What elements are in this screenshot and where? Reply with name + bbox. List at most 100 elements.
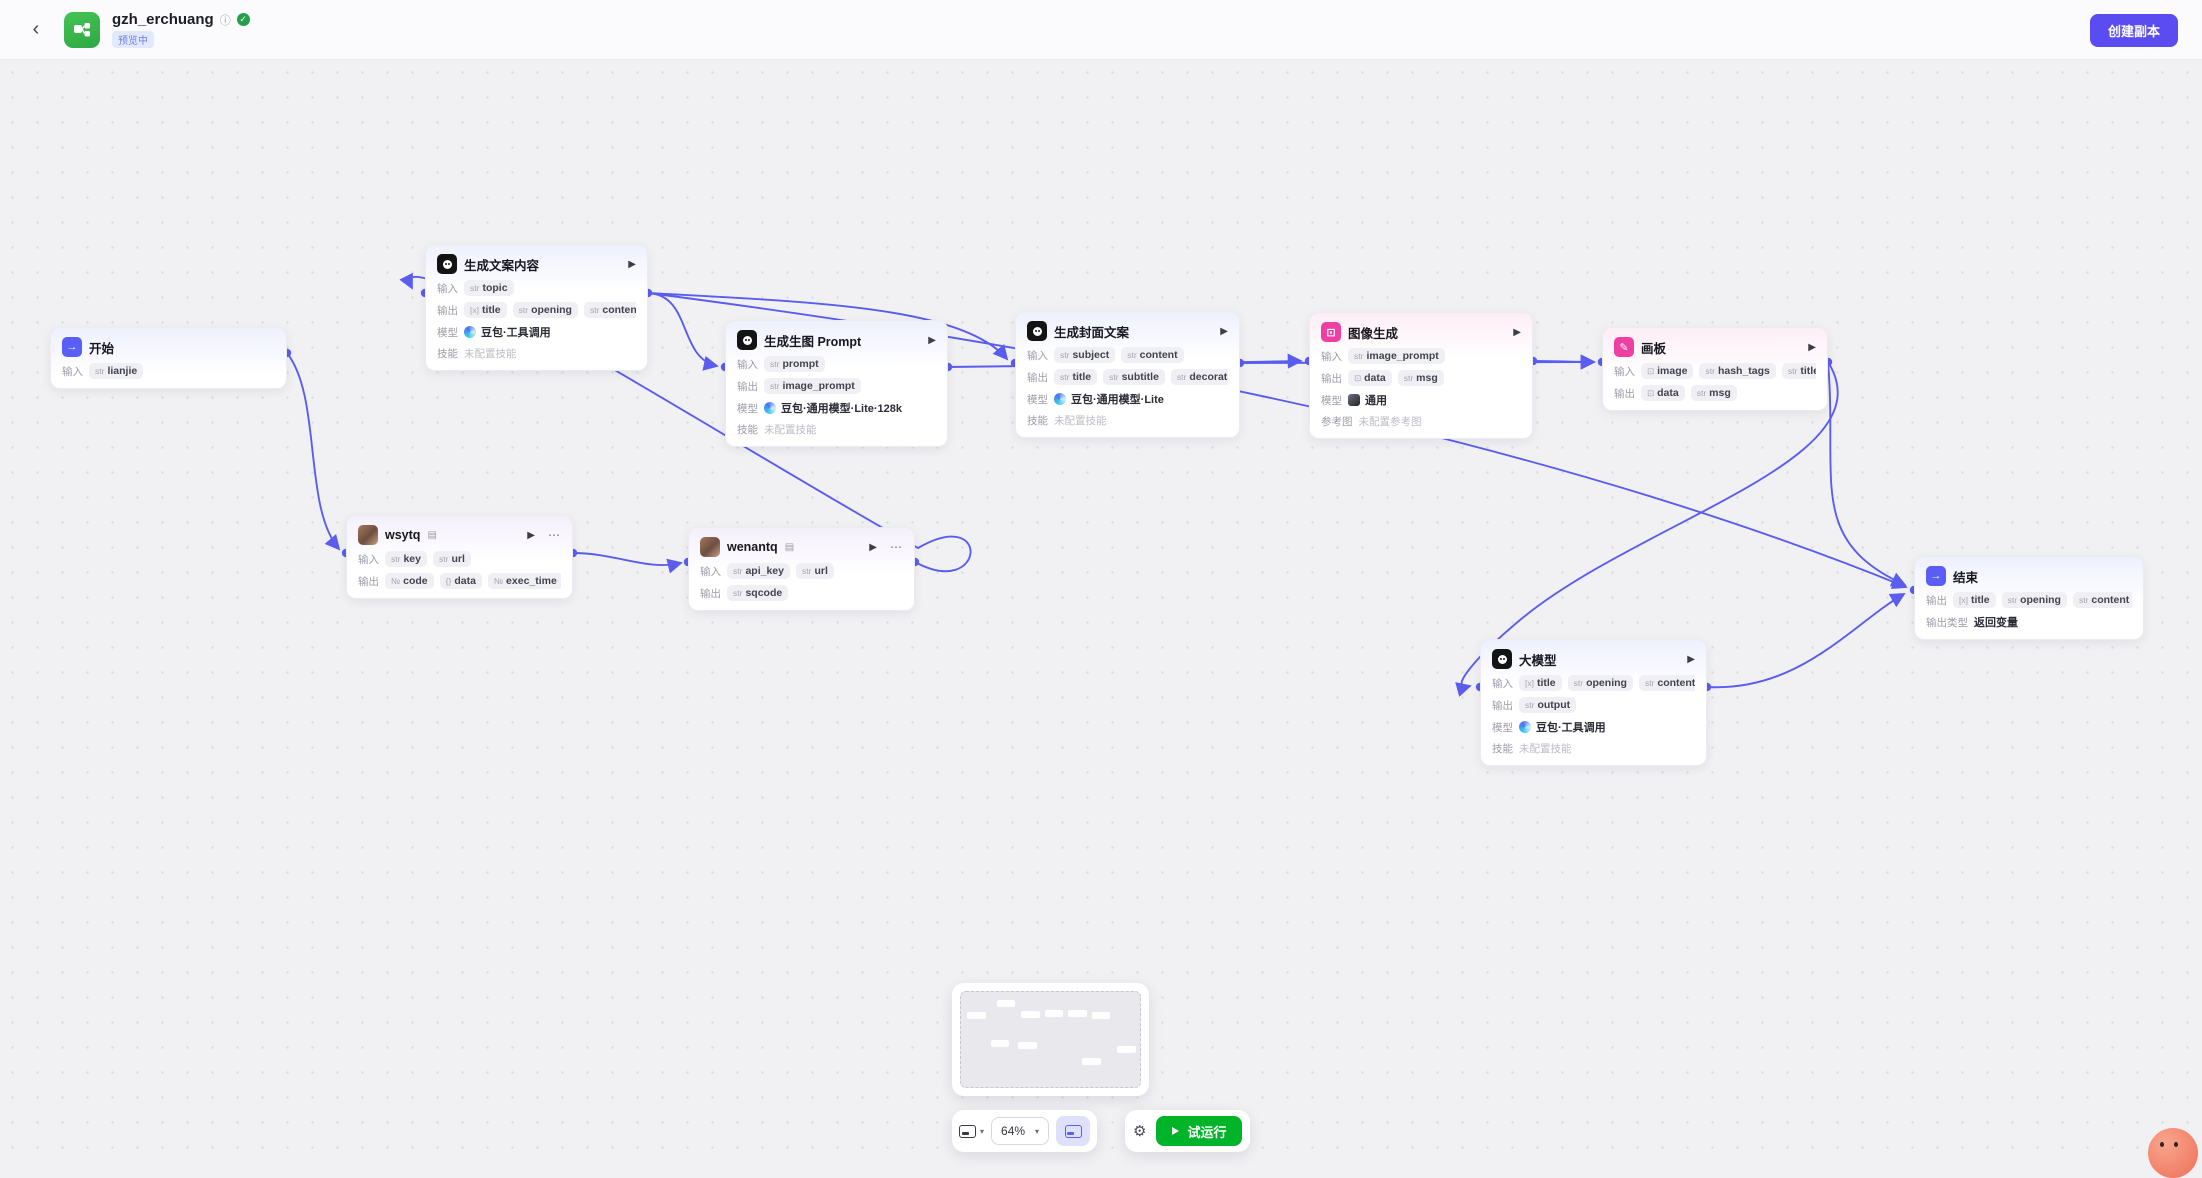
node-run-button[interactable]: ▶: [928, 335, 936, 346]
row-label: 模型: [437, 325, 458, 340]
workflow-glyph: [72, 20, 92, 40]
param-name: data: [1657, 387, 1679, 399]
node-image-gen[interactable]: ⊡图像生成▶输入strimage_prompt输出⊡datastrmsg模型通用…: [1309, 312, 1533, 439]
node-more-button[interactable]: ⋯: [548, 528, 561, 542]
tool-node-icon: [358, 525, 378, 545]
param-name: title1: [1800, 365, 1816, 377]
row-label: 输入: [1321, 349, 1342, 364]
minimap-toggle-button[interactable]: [1056, 1116, 1090, 1146]
zoom-select[interactable]: 64% ▾: [991, 1117, 1049, 1145]
not-configured-text: 未配置技能: [1054, 413, 1107, 428]
minimap-node-end: [1117, 1046, 1136, 1053]
node-start[interactable]: →开始输入strlianjie: [50, 327, 287, 389]
node-run-button[interactable]: ▶: [527, 530, 535, 541]
node-board[interactable]: ✎画板▶输入⊡imagestrhash_tagsstrtitle1strtitl…: [1602, 327, 1828, 411]
image-node-icon: ⊡: [1321, 322, 1341, 342]
llm-node-icon: [1027, 321, 1047, 341]
node-gen-cover[interactable]: 生成封面文案▶输入strsubjectstrcontent输出strtitles…: [1015, 311, 1240, 438]
type-str-icon: str: [1177, 372, 1186, 382]
node-run-button[interactable]: ▶: [1220, 326, 1228, 337]
row-label: 输入: [1614, 364, 1635, 379]
llm-blob-glyph: [743, 336, 752, 345]
row-label: 输入: [1492, 676, 1513, 691]
node-big-model[interactable]: 大模型▶输入[x]titlestropeningstrcontentstrend…: [1480, 639, 1707, 766]
wrench-icon[interactable]: ⚙: [1133, 1122, 1146, 1140]
m-doubao-icon: [764, 402, 776, 414]
model-line: 豆包·通用模型·Lite: [1054, 391, 1164, 407]
param-tag: stropening: [2002, 592, 2067, 608]
param-tag: [x]title: [464, 302, 507, 318]
node-run-button[interactable]: ▶: [1808, 342, 1816, 353]
minimap[interactable]: [952, 983, 1149, 1096]
node-wsytq[interactable]: wsytq▤▶⋯输入strkeystrurl输出№code{}data№exec…: [346, 515, 573, 599]
type-str-icon: str: [391, 554, 400, 564]
node-title: 生成封面文案: [1054, 322, 1129, 341]
minimap-node-wenantq: [1018, 1042, 1037, 1049]
minimap-node-board: [1092, 1012, 1111, 1019]
minimap-viewport: [960, 991, 1141, 1088]
not-configured-text: 未配置技能: [1519, 741, 1572, 756]
param-name: url: [451, 553, 464, 565]
node-run-button[interactable]: ▶: [1687, 654, 1695, 665]
param-tag: strcontent: [1121, 347, 1183, 363]
edge-wsytq-to-wenantq: [573, 553, 681, 565]
param-name: subtitle: [1122, 371, 1159, 383]
type-str-icon: str: [519, 305, 528, 315]
param-tag: ⊡data: [1348, 370, 1392, 386]
type-str-icon: str: [1788, 366, 1797, 376]
chevron-down-icon: ▾: [980, 1127, 984, 1136]
type-str-icon: str: [1109, 372, 1118, 382]
back-button[interactable]: ‹: [22, 16, 50, 44]
type-arr-icon: [x]: [1959, 595, 1968, 605]
param-tag: №code: [385, 573, 434, 589]
row-label: 模型: [1492, 720, 1513, 735]
type-img-icon: ⊡: [1647, 388, 1654, 399]
create-copy-button[interactable]: 创建副本: [2090, 14, 2178, 47]
node-run-button[interactable]: ▶: [1513, 327, 1521, 338]
minimap-node-wsytq: [991, 1040, 1010, 1047]
test-run-button[interactable]: 试运行: [1156, 1116, 1242, 1146]
param-name: subject: [1072, 349, 1109, 361]
param-tag: strdecorative_text: [1171, 369, 1228, 385]
node-run-button[interactable]: ▶: [628, 259, 636, 270]
type-arr-icon: [x]: [470, 305, 479, 315]
window-icon: [959, 1125, 976, 1138]
node-title: 结束: [1953, 567, 1978, 586]
param-name: title: [1971, 594, 1990, 606]
param-tag: strsqcode: [727, 585, 788, 601]
node-gen-content[interactable]: 生成文案内容▶输入strtopic输出[x]titlestropeningstr…: [425, 244, 648, 371]
node-gen-image-prompt[interactable]: 生成生图 Prompt▶输入strprompt输出strimage_prompt…: [725, 320, 948, 447]
m-doubao-icon: [1054, 393, 1066, 405]
node-wenantq[interactable]: wenantq▤▶⋯输入strapi_keystrurl输出strsqcode: [688, 527, 915, 611]
row-label: 输出: [1321, 371, 1342, 386]
row-label: 技能: [1027, 413, 1048, 428]
node-end[interactable]: →结束输出[x]titlestropeningstrcontentstre⋯输出…: [1914, 556, 2144, 640]
param-name: content: [1657, 677, 1695, 689]
param-tag: strhash_tags: [1699, 363, 1775, 379]
info-icon[interactable]: ⓘ: [220, 12, 231, 28]
type-str-icon: str: [1705, 366, 1714, 376]
minimap-node-gen-content: [997, 1000, 1015, 1007]
param-name: content: [1140, 349, 1178, 361]
canvas-toolbar-right: ⚙ 试运行: [1125, 1110, 1250, 1152]
param-tag: str subtitle: [1103, 369, 1165, 385]
param-name: key: [403, 553, 421, 565]
param-tag: strmsg: [1398, 370, 1444, 386]
edge-board-to-end: [1828, 362, 1905, 585]
layout-mode-button[interactable]: ▾: [959, 1125, 984, 1138]
type-img-icon: ⊡: [1647, 366, 1654, 377]
param-tag: ⊡data: [1641, 385, 1685, 401]
end-node-icon: →: [1926, 566, 1946, 586]
param-tag: strimage_prompt: [764, 378, 861, 394]
node-run-button[interactable]: ▶: [869, 542, 877, 553]
node-more-button[interactable]: ⋯: [890, 540, 903, 554]
param-name: msg: [1416, 372, 1438, 384]
param-name: title: [1072, 371, 1091, 383]
param-tag: ⊡image: [1641, 363, 1693, 379]
llm-blob-glyph: [1498, 655, 1507, 664]
model-name: 通用: [1365, 392, 1387, 408]
assistant-mascot[interactable]: [2148, 1128, 2198, 1178]
param-name: api_key: [745, 565, 784, 577]
row-label: 输出: [1926, 593, 1947, 608]
param-tag: strmsg: [1691, 385, 1737, 401]
